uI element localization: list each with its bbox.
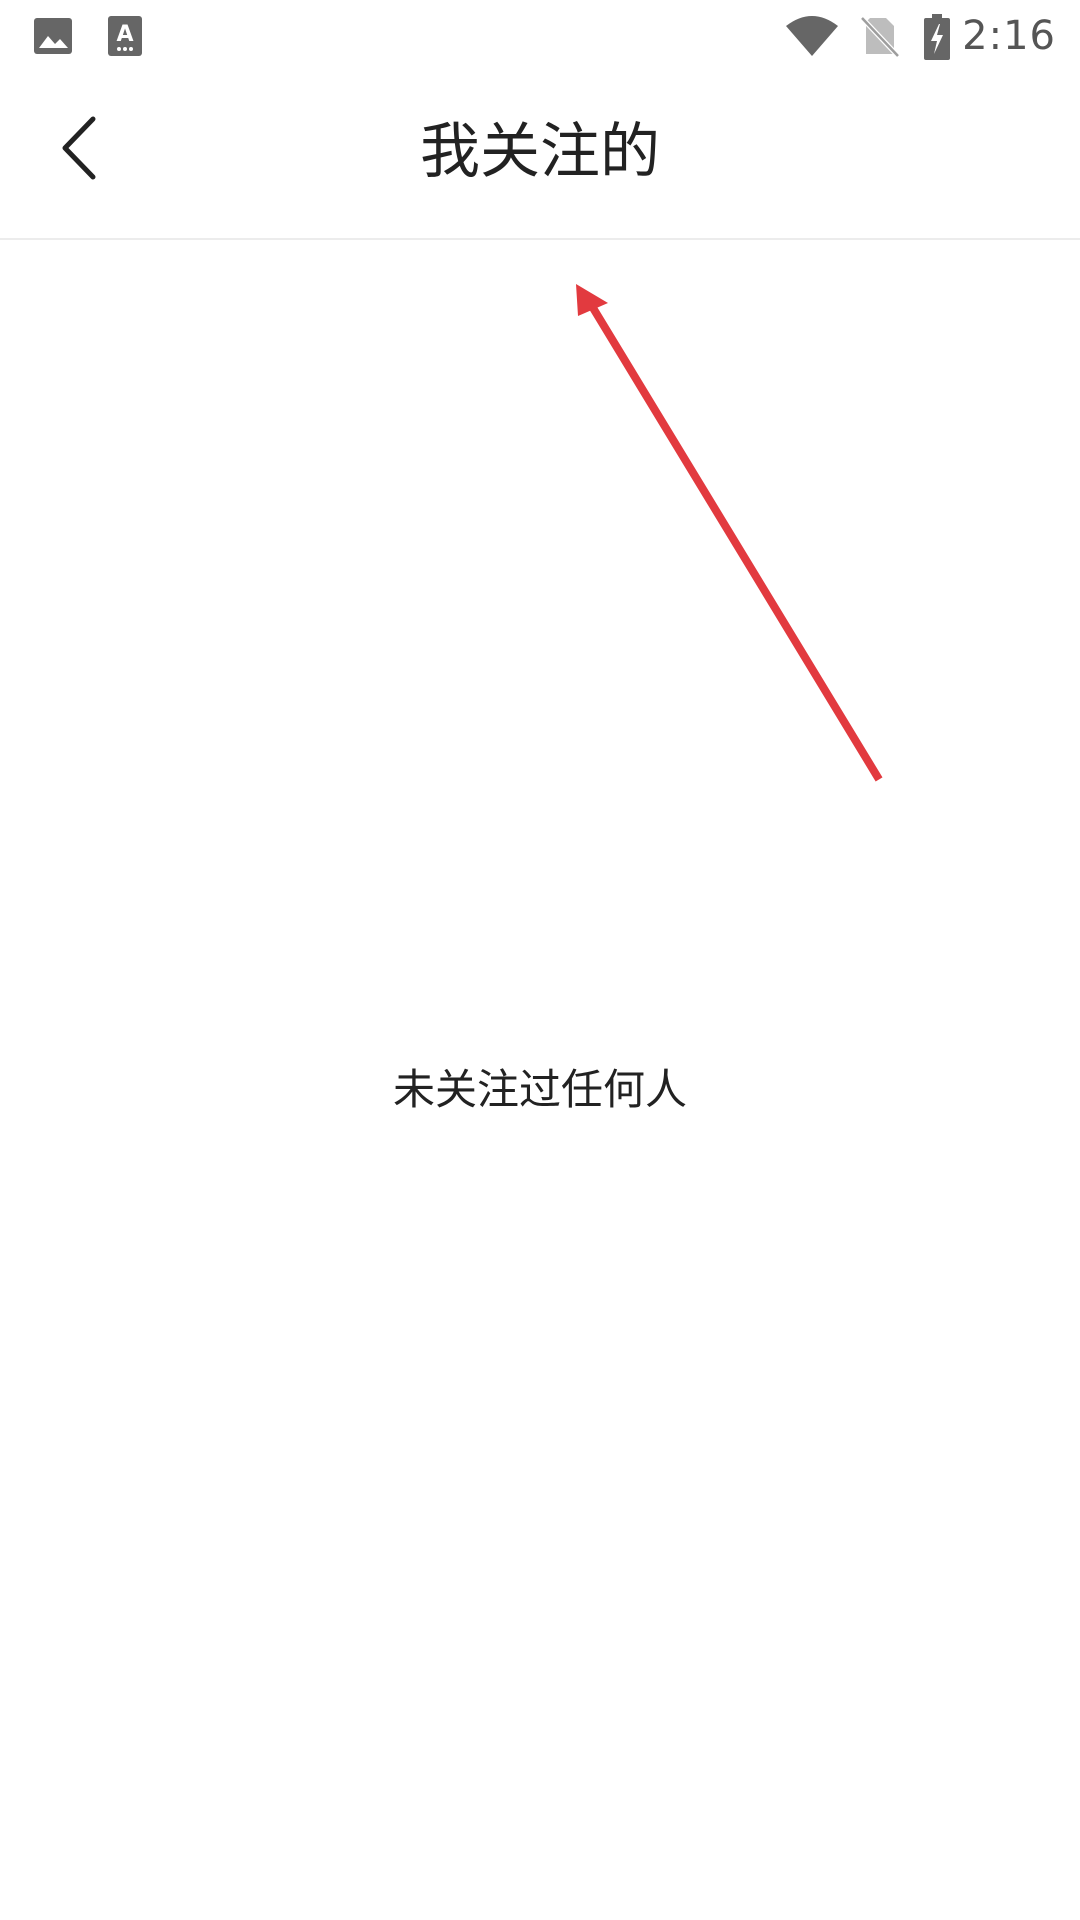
battery-charging-icon — [922, 14, 952, 60]
status-time: 2:16 — [962, 13, 1056, 59]
svg-text:A: A — [116, 22, 133, 47]
wifi-icon — [784, 14, 840, 58]
back-button[interactable] — [40, 110, 120, 190]
no-sim-icon — [858, 14, 902, 58]
page-title: 我关注的 — [420, 117, 660, 187]
empty-state-message: 未关注过任何人 — [392, 1065, 687, 1114]
screen: A 2:16 我关注的 未关注过任何人 — [0, 0, 1080, 1920]
image-icon — [32, 14, 76, 58]
chevron-left-icon — [55, 113, 105, 187]
text-app-icon: A — [104, 14, 148, 58]
toolbar: 我关注的 — [0, 72, 1080, 240]
status-bar: A 2:16 — [0, 0, 1080, 72]
following-list-empty-state: 未关注过任何人 — [0, 240, 1080, 1920]
